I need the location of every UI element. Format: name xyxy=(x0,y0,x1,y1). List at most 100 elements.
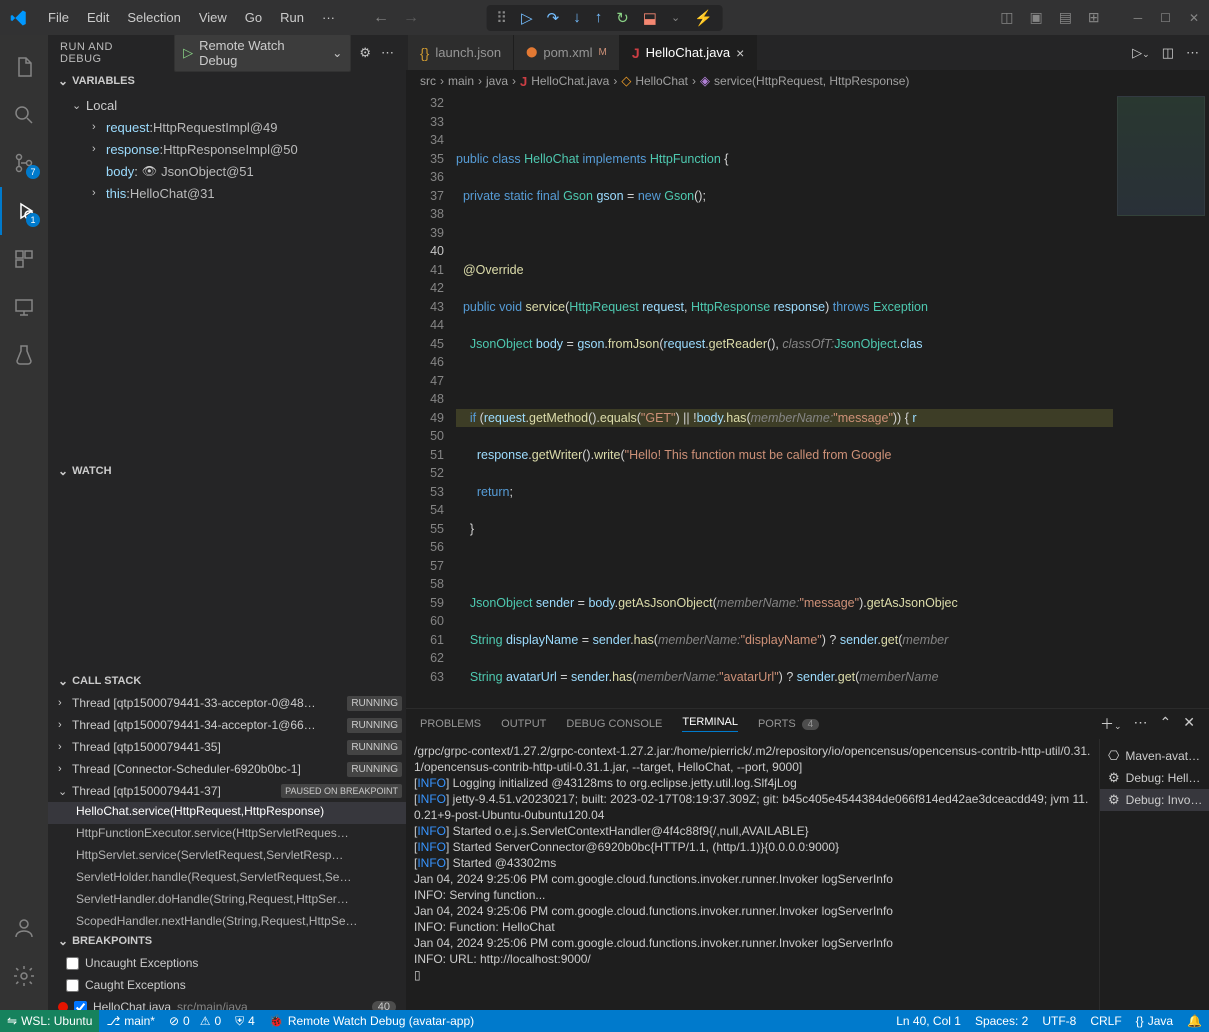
stack-frame[interactable]: HttpFunctionExecutor.service(HttpServlet… xyxy=(48,824,406,846)
more-icon[interactable]: ⋯ xyxy=(1186,45,1199,61)
branch-indicator[interactable]: ⎇main* xyxy=(99,1010,162,1032)
tab-pom-xml[interactable]: ⬤pom.xmlM xyxy=(514,35,620,70)
thread-row[interactable]: ›Thread [qtp1500079441-34-acceptor-1@66…… xyxy=(48,714,406,736)
cursor-position[interactable]: Ln 40, Col 1 xyxy=(889,1014,968,1028)
menu-selection[interactable]: Selection xyxy=(119,6,188,29)
settings-icon[interactable] xyxy=(0,952,48,1000)
bp-checkbox[interactable] xyxy=(66,957,79,970)
eol-indicator[interactable]: CRLF xyxy=(1083,1014,1128,1028)
remote-explorer-icon[interactable] xyxy=(0,283,48,331)
search-icon[interactable] xyxy=(0,91,48,139)
stack-frame[interactable]: ServletHandler.doHandle(String,Request,H… xyxy=(48,890,406,912)
thread-row[interactable]: ›Thread [qtp1500079441-33-acceptor-0@48…… xyxy=(48,692,406,714)
thread-paused[interactable]: ⌄Thread [qtp1500079441-37]PAUSED ON BREA… xyxy=(48,780,406,802)
maximize-icon[interactable]: ☐ xyxy=(1160,11,1171,25)
more-icon[interactable]: ⋯ xyxy=(1134,714,1148,734)
nav-forward-icon[interactable]: → xyxy=(403,9,419,27)
new-terminal-icon[interactable]: ＋⌄ xyxy=(1100,714,1122,734)
maximize-panel-icon[interactable]: ⌃ xyxy=(1160,714,1172,734)
run-debug-icon[interactable]: 1 xyxy=(0,187,48,235)
bp-caught[interactable]: Caught Exceptions xyxy=(48,974,406,996)
var-this[interactable]: ›this: HelloChat@31 xyxy=(48,182,406,204)
stack-frame[interactable]: HelloChat.service(HttpRequest,HttpRespon… xyxy=(48,802,406,824)
problems-indicator[interactable]: ⊘0⚠0 xyxy=(162,1010,228,1032)
breakpoints-section-header[interactable]: ⌄BREAKPOINTS xyxy=(48,930,406,952)
toggle-panel-icon[interactable]: ◫ xyxy=(1000,9,1013,26)
stack-frame[interactable]: HttpServlet.service(ServletRequest,Servl… xyxy=(48,846,406,868)
more-icon[interactable]: ⋯ xyxy=(381,45,394,61)
chevron-down-icon[interactable]: ⌄ xyxy=(671,11,680,24)
remote-indicator[interactable]: ⇋WSL: Ubuntu xyxy=(0,1010,99,1032)
hot-swap-icon[interactable]: ⚡ xyxy=(694,9,713,27)
terminal-session[interactable]: ⚙Debug: Hell… xyxy=(1100,767,1209,789)
terminal-session[interactable]: ⚙Debug: Invo… xyxy=(1100,789,1209,811)
var-request[interactable]: ›request: HttpRequestImpl@49 xyxy=(48,116,406,138)
step-over-icon[interactable]: ↷ xyxy=(547,9,560,27)
ports-indicator[interactable]: ⛨4 xyxy=(228,1010,262,1032)
gear-icon[interactable]: ⚙ xyxy=(359,45,371,61)
debug-status[interactable]: 🐞Remote Watch Debug (avatar-app) xyxy=(262,1010,481,1032)
run-icon[interactable]: ▷⌄ xyxy=(1132,45,1150,61)
variables-section-header[interactable]: ⌄VARIABLES xyxy=(48,70,406,92)
minimap[interactable] xyxy=(1113,92,1209,708)
menu-edit[interactable]: Edit xyxy=(79,6,117,29)
toggle-sidebar-icon[interactable]: ▣ xyxy=(1029,9,1042,26)
menu-run[interactable]: Run xyxy=(272,6,312,29)
gutter[interactable]: 32 33 34 35 36 37 38 39 40 41 42 43 44 4… xyxy=(406,92,456,708)
local-scope[interactable]: ⌄Local xyxy=(48,94,406,116)
continue-icon[interactable]: ▷ xyxy=(521,9,533,27)
bp-checkbox[interactable] xyxy=(74,1001,87,1011)
stop-icon[interactable]: ⬓ xyxy=(643,9,657,27)
thread-row[interactable]: ›Thread [Connector-Scheduler-6920b0bc-1]… xyxy=(48,758,406,780)
menu-view[interactable]: View xyxy=(191,6,235,29)
breadcrumbs[interactable]: src› main› java› JHelloChat.java› ◇Hello… xyxy=(406,70,1209,92)
terminal-output[interactable]: /grpc/grpc-context/1.27.2/grpc-context-1… xyxy=(406,739,1099,1010)
customize-layout-icon[interactable]: ⊞ xyxy=(1088,9,1100,26)
bp-checkbox[interactable] xyxy=(66,979,79,992)
var-body[interactable]: body: 👁JsonObject@51 xyxy=(48,160,406,182)
close-icon[interactable]: × xyxy=(736,45,744,61)
var-response[interactable]: ›response: HttpResponseImpl@50 xyxy=(48,138,406,160)
restart-icon[interactable]: ↻ xyxy=(616,9,629,27)
source-control-icon[interactable]: 7 xyxy=(0,139,48,187)
bp-uncaught[interactable]: Uncaught Exceptions xyxy=(48,952,406,974)
menu-more[interactable]: ··· xyxy=(314,6,343,29)
grip-icon[interactable]: ⠿ xyxy=(496,9,507,27)
testing-icon[interactable] xyxy=(0,331,48,379)
menu-file[interactable]: File xyxy=(40,6,77,29)
nav-back-icon[interactable]: ← xyxy=(373,9,389,27)
step-into-icon[interactable]: ↓ xyxy=(573,9,581,26)
callstack-section-header[interactable]: ⌄CALL STACK xyxy=(48,670,406,692)
tab-hellochat-java[interactable]: JHelloChat.java× xyxy=(620,35,758,70)
stack-frame[interactable]: ScopedHandler.nextHandle(String,Request,… xyxy=(48,912,406,930)
menu-go[interactable]: Go xyxy=(237,6,270,29)
minimize-icon[interactable]: ─ xyxy=(1134,11,1143,25)
notifications-icon[interactable]: 🔔 xyxy=(1180,1014,1209,1028)
accounts-icon[interactable] xyxy=(0,904,48,952)
bp-file[interactable]: HelloChat.javasrc/main/java40 xyxy=(48,996,406,1010)
panel-tab-terminal[interactable]: TERMINAL xyxy=(682,716,738,732)
debug-config-dropdown[interactable]: ▷ Remote Watch Debug ⌄ xyxy=(174,35,351,72)
indent-indicator[interactable]: Spaces: 2 xyxy=(968,1014,1035,1028)
terminal-session[interactable]: ⎔Maven-avat… xyxy=(1100,745,1209,767)
watch-section-header[interactable]: ⌄WATCH xyxy=(48,460,406,482)
split-editor-icon[interactable]: ◫ xyxy=(1162,45,1174,61)
thread-row[interactable]: ›Thread [qtp1500079441-35]RUNNING xyxy=(48,736,406,758)
panel-tab-output[interactable]: OUTPUT xyxy=(501,718,546,730)
panel-tab-debug-console[interactable]: DEBUG CONSOLE xyxy=(566,718,662,730)
tab-launch-json[interactable]: {}launch.json xyxy=(408,35,514,70)
extensions-icon[interactable] xyxy=(0,235,48,283)
language-indicator[interactable]: {}Java xyxy=(1129,1014,1180,1028)
explorer-icon[interactable] xyxy=(0,43,48,91)
stack-frame[interactable]: ServletHolder.handle(Request,ServletRequ… xyxy=(48,868,406,890)
panel-tab-ports[interactable]: PORTS4 xyxy=(758,718,819,730)
toggle-bottom-icon[interactable]: ▤ xyxy=(1059,9,1072,26)
step-out-icon[interactable]: ↑ xyxy=(595,9,603,26)
panel-tab-problems[interactable]: PROBLEMS xyxy=(420,718,481,730)
code-editor[interactable]: 32 33 34 35 36 37 38 39 40 41 42 43 44 4… xyxy=(406,92,1209,708)
scm-badge: 7 xyxy=(26,165,40,179)
code-content[interactable]: public class HelloChat implements HttpFu… xyxy=(456,92,1113,708)
encoding-indicator[interactable]: UTF-8 xyxy=(1035,1014,1083,1028)
close-icon[interactable]: ✕ xyxy=(1189,11,1199,25)
close-panel-icon[interactable]: ✕ xyxy=(1183,714,1195,734)
